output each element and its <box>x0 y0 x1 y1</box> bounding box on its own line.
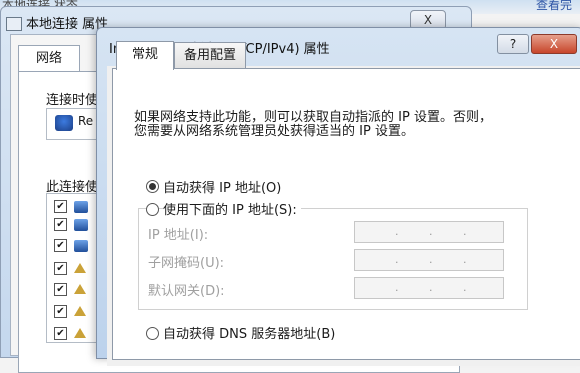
default-gateway-label: 默认网关(D): <box>148 284 225 299</box>
item-checkbox[interactable]: ✔ <box>54 327 67 340</box>
auto-ip-label[interactable]: 自动获得 IP 地址(O) <box>163 177 281 196</box>
auto-dns-label[interactable]: 自动获得 DNS 服务器地址(B) <box>163 323 335 342</box>
auto-ip-radio[interactable] <box>146 180 159 193</box>
item-checkbox[interactable]: ✔ <box>54 218 67 231</box>
manual-ip-label[interactable]: 使用下面的 IP 地址(S): <box>163 199 301 218</box>
manual-ip-radio[interactable] <box>146 203 159 216</box>
default-gateway-input[interactable]: . . . <box>354 277 504 299</box>
ip-address-input[interactable]: . . . <box>354 221 504 243</box>
item-checkbox[interactable]: ✔ <box>54 239 67 252</box>
subnet-mask-label: 子网掩码(U): <box>148 256 225 271</box>
auto-dns-radio[interactable] <box>146 327 159 340</box>
view-link[interactable]: 查看完 <box>536 0 572 13</box>
scheduler-icon <box>74 219 88 231</box>
adapter-name: Re <box>78 114 94 128</box>
item-checkbox[interactable]: ✔ <box>54 200 67 213</box>
description-text-line2: 您需要从网络系统管理员处获得适当的 IP 设置。 <box>134 124 414 139</box>
item-checkbox[interactable]: ✔ <box>54 305 67 318</box>
client-icon <box>74 201 88 213</box>
tab-network[interactable]: 网络 <box>18 45 80 72</box>
item-checkbox[interactable]: ✔ <box>54 262 67 275</box>
protocol-icon <box>74 263 86 273</box>
close-button[interactable]: X <box>531 34 577 54</box>
file-sharing-icon <box>74 240 88 252</box>
adapter-icon <box>55 115 73 131</box>
list-item[interactable]: ✔ <box>54 282 94 298</box>
help-button[interactable]: ? <box>497 34 529 54</box>
protocol-icon <box>74 306 86 316</box>
ip-address-label: IP 地址(I): <box>148 228 209 243</box>
list-item[interactable]: ✔ <box>54 217 94 233</box>
subnet-mask-input[interactable]: . . . <box>354 249 504 271</box>
list-item[interactable]: ✔ <box>54 326 94 342</box>
item-checkbox[interactable]: ✔ <box>54 283 67 296</box>
list-item[interactable]: ✔ <box>54 238 94 254</box>
tab-alternate-config[interactable]: 备用配置 <box>174 42 246 69</box>
protocol-icon <box>74 328 86 338</box>
connect-using-label: 连接时使 <box>46 93 99 108</box>
list-item[interactable]: ✔ <box>54 261 94 277</box>
list-item[interactable]: ✔ <box>54 304 94 320</box>
tab-general[interactable]: 常规 <box>116 41 174 70</box>
network-icon <box>6 17 22 31</box>
protocol-icon <box>74 284 86 294</box>
list-item[interactable]: ✔ <box>54 199 94 215</box>
